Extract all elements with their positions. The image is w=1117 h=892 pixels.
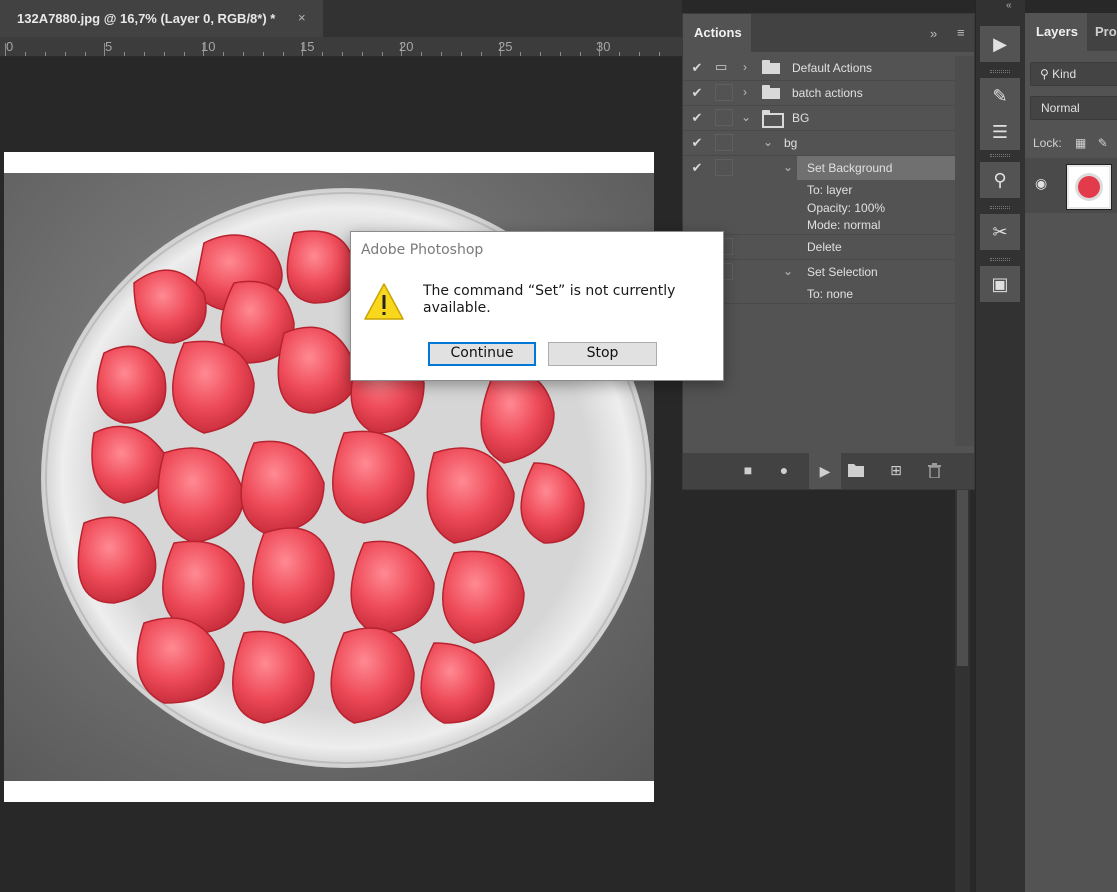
chevron-down-icon[interactable]: ⌄ xyxy=(763,135,773,149)
continue-button[interactable]: Continue xyxy=(428,342,536,366)
tab-actions[interactable]: Actions xyxy=(683,14,751,52)
ruler-label: 30 xyxy=(596,39,611,54)
chevron-right-icon[interactable]: › xyxy=(743,60,747,74)
action-detail-label: Mode: normal xyxy=(807,218,881,232)
layers-panel-header: Layers Pro xyxy=(1025,13,1117,51)
lock-brush-icon[interactable]: ✎ xyxy=(1098,136,1108,150)
action-set-default-actions[interactable]: ✔ ▭ › Default Actions xyxy=(683,56,955,80)
warning-icon xyxy=(363,282,405,325)
action-label: Default Actions xyxy=(792,61,873,75)
action-label: Set Background xyxy=(807,161,893,175)
brush-preset-icon[interactable]: ✎ xyxy=(980,70,1020,114)
collapse-panels-icon[interactable]: « xyxy=(1006,0,1012,11)
action-label: batch actions xyxy=(792,86,863,100)
new-action-icon[interactable]: ⊞ xyxy=(885,459,907,481)
search-icon: ⚲ xyxy=(1040,67,1049,81)
stop-icon[interactable]: ■ xyxy=(737,459,759,481)
grip xyxy=(990,154,1010,157)
dialog-toggle-icon[interactable]: ▭ xyxy=(715,59,733,76)
document-scrollbar[interactable] xyxy=(955,490,970,892)
dialog-toggle[interactable] xyxy=(715,134,733,151)
kind-filter-dropdown[interactable]: ⚲ Kind xyxy=(1030,62,1117,86)
lock-row: Lock: ▦ ✎ xyxy=(1033,136,1108,150)
chevron-down-icon[interactable]: ⌄ xyxy=(783,264,793,278)
tab-properties[interactable]: Pro xyxy=(1095,24,1117,39)
dialog-toggle[interactable] xyxy=(715,109,733,126)
action-detail-label: To: layer xyxy=(807,183,853,197)
check-icon[interactable]: ✔ xyxy=(690,60,704,76)
layers-panel: Layers Pro ⚲ Kind Normal Lock: ▦ ✎ ◉ xyxy=(1025,13,1117,892)
chevron-down-icon[interactable]: ⌄ xyxy=(783,160,793,174)
actions-footer: ■ ● ▶ ⊞ xyxy=(683,453,974,489)
chevron-right-icon[interactable]: › xyxy=(743,85,747,99)
check-icon[interactable]: ✔ xyxy=(690,135,704,151)
action-step-set-background[interactable]: ✔ ⌄ Set Background xyxy=(683,156,955,180)
ruler-label: 20 xyxy=(399,39,414,54)
ruler-ticks xyxy=(5,43,660,56)
check-icon[interactable]: ✔ xyxy=(690,85,704,101)
stop-button[interactable]: Stop xyxy=(548,342,657,366)
actions-panel-header: Actions » ≡ xyxy=(683,14,974,52)
folder-icon xyxy=(762,85,780,99)
action-label: Set Selection xyxy=(807,265,878,279)
ruler-label: 5 xyxy=(105,39,113,54)
kind-filter-label: Kind xyxy=(1052,67,1077,81)
lock-label: Lock: xyxy=(1033,136,1062,150)
panel-menu-icon[interactable]: ≡ xyxy=(957,25,965,40)
play-icon[interactable]: ▶ xyxy=(980,26,1020,62)
action-set-bg[interactable]: ✔ ⌄ BG xyxy=(683,106,955,130)
document-tab-title: 132A7880.jpg @ 16,7% (Layer 0, RGB/8*) * xyxy=(17,11,276,26)
folder-icon xyxy=(762,60,780,74)
action-detail: Opacity: 100% xyxy=(683,199,955,217)
ruler-label: 15 xyxy=(300,39,315,54)
folder-icon[interactable] xyxy=(845,459,867,481)
blend-mode-dropdown[interactable]: Normal xyxy=(1030,96,1117,120)
check-icon[interactable]: ✔ xyxy=(690,110,704,126)
panel-icon-strip: « ▶ ✎ ☰ ⚲ ✂ ▣ xyxy=(975,0,1025,892)
action-detail-label: Opacity: 100% xyxy=(807,201,886,215)
alert-dialog: Adobe Photoshop The command “Set” is not… xyxy=(350,231,724,381)
play-icon[interactable]: ▶ xyxy=(809,453,841,489)
action-label: Delete xyxy=(807,240,842,254)
scrollbar-thumb[interactable] xyxy=(957,490,968,666)
grip xyxy=(990,70,1010,73)
action-set-batch-actions[interactable]: ✔ › batch actions xyxy=(683,81,955,105)
chevron-down-icon[interactable]: ⌄ xyxy=(741,110,751,124)
document-tab[interactable]: 132A7880.jpg @ 16,7% (Layer 0, RGB/8*) *… xyxy=(0,0,323,37)
action-detail-label: To: none xyxy=(807,287,854,301)
action-detail: To: layer xyxy=(683,181,955,199)
ruler-label: 0 xyxy=(6,39,14,54)
dialog-message: The command “Set” is not currently avail… xyxy=(423,283,676,316)
grip xyxy=(990,206,1010,209)
visibility-eye-icon[interactable]: ◉ xyxy=(1035,175,1047,192)
clone-source-icon[interactable]: ⚲ xyxy=(980,154,1020,198)
actions-scrollbar[interactable] xyxy=(955,56,974,446)
dialog-title: Adobe Photoshop xyxy=(361,242,484,258)
action-bg[interactable]: ✔ ⌄ bg xyxy=(683,131,955,155)
dialog-toggle[interactable] xyxy=(715,159,733,176)
tab-layers[interactable]: Layers xyxy=(1025,13,1087,51)
layer-thumbnail xyxy=(1066,164,1112,210)
tools-icon[interactable]: ✂ xyxy=(980,206,1020,250)
record-icon[interactable]: ● xyxy=(773,459,795,481)
ruler-label: 10 xyxy=(201,39,216,54)
actions-panel: Actions » ≡ ✔ ▭ › Default Actions ✔ › ba… xyxy=(682,13,975,490)
close-tab-icon[interactable]: × xyxy=(298,10,306,26)
adjustments-icon[interactable]: ☰ xyxy=(980,114,1020,150)
grip xyxy=(990,258,1010,261)
navigator-icon[interactable]: ▣ xyxy=(980,258,1020,302)
document-tab-bar: 132A7880.jpg @ 16,7% (Layer 0, RGB/8*) *… xyxy=(0,0,682,37)
check-icon[interactable]: ✔ xyxy=(690,160,704,176)
layer-row[interactable]: ◉ xyxy=(1025,158,1117,213)
horizontal-ruler: 0 5 10 15 20 25 30 xyxy=(0,37,682,57)
lock-transparency-icon[interactable]: ▦ xyxy=(1075,136,1086,150)
dialog-toggle[interactable] xyxy=(715,84,733,101)
expand-panel-icon[interactable]: » xyxy=(930,26,937,41)
folder-open-icon xyxy=(762,110,784,128)
action-label: BG xyxy=(792,111,810,125)
thumb-candy xyxy=(1078,176,1100,198)
action-label: bg xyxy=(784,136,798,150)
trash-icon[interactable] xyxy=(923,459,945,481)
ruler-label: 25 xyxy=(498,39,513,54)
